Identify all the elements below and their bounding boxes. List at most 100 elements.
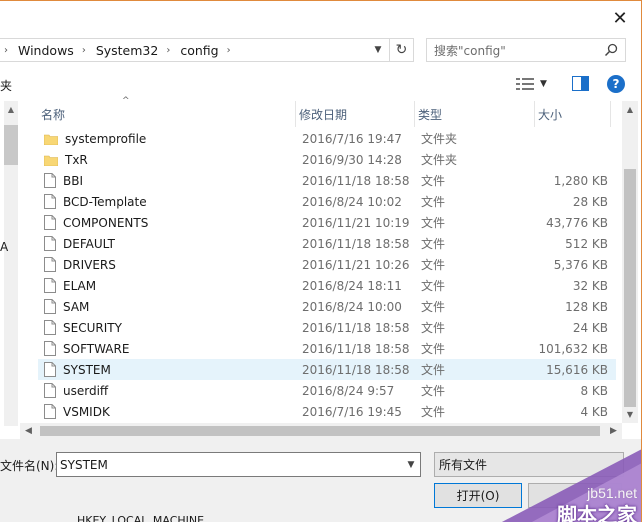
column-header-name[interactable]: 名称 xyxy=(38,101,296,127)
file-name: ELAM xyxy=(63,278,97,293)
file-type: 文件 xyxy=(421,300,446,314)
chevron-down-icon[interactable]: ▼ xyxy=(404,457,418,472)
file-date: 2016/11/18 18:58 xyxy=(302,362,410,377)
refresh-icon[interactable]: ↻ xyxy=(389,39,413,61)
file-name: COMPONENTS xyxy=(63,215,149,230)
file-name-cell: TxR xyxy=(38,153,296,167)
file-date: 2016/9/30 14:28 xyxy=(302,152,402,167)
file-date: 2016/11/18 18:58 xyxy=(302,173,410,188)
column-header-type[interactable]: 类型 xyxy=(415,101,535,127)
file-type: 文件 xyxy=(421,384,446,398)
file-row[interactable]: SAM 2016/8/24 10:00 文件 128 KB xyxy=(38,296,616,317)
file-size: 128 KB xyxy=(565,299,608,314)
filename-value: SYSTEM xyxy=(60,457,108,472)
file-row[interactable]: DRIVERS 2016/11/21 10:26 文件 5,376 KB xyxy=(38,254,616,275)
file-row[interactable]: SYSTEM 2016/11/18 18:58 文件 15,616 KB xyxy=(38,359,616,380)
scroll-left-icon[interactable]: ◀ xyxy=(20,423,37,439)
file-name-cell: SECURITY xyxy=(38,320,296,335)
file-size: 4 KB xyxy=(580,404,608,419)
file-row[interactable]: DEFAULT 2016/11/18 18:58 文件 512 KB xyxy=(38,233,616,254)
file-name-cell: SYSTEM xyxy=(38,362,296,377)
close-icon[interactable]: ✕ xyxy=(609,7,631,29)
chevron-right-icon[interactable]: › xyxy=(162,45,174,56)
file-row[interactable]: TxR 2016/9/30 14:28 文件夹 xyxy=(38,149,616,170)
file-type-value: 所有文件 xyxy=(439,458,488,472)
file-name: SAM xyxy=(63,299,90,314)
file-list-horizontal-scrollbar[interactable]: ◀ ▶ xyxy=(20,423,622,439)
scroll-right-icon[interactable]: ▶ xyxy=(605,423,622,439)
file-name-cell: BCD-Template xyxy=(38,194,296,209)
file-name-cell: COMPONENTS xyxy=(38,215,296,230)
folder-icon xyxy=(44,134,58,145)
file-name-cell: DRIVERS xyxy=(38,257,296,272)
view-options-button[interactable]: ▼ xyxy=(516,76,552,92)
chevron-right-icon: › xyxy=(4,44,8,56)
file-icon xyxy=(44,404,56,419)
nav-scroll-thumb[interactable] xyxy=(4,125,18,165)
breadcrumb-system32[interactable]: System32 xyxy=(90,39,163,61)
scroll-up-icon[interactable]: ▲ xyxy=(4,101,18,118)
file-row[interactable]: SOFTWARE 2016/11/18 18:58 文件 101,632 KB xyxy=(38,338,616,359)
file-icon xyxy=(44,257,56,272)
preview-pane-icon[interactable] xyxy=(572,76,589,91)
file-name-cell: VSMIDK xyxy=(38,404,296,419)
breadcrumb-config[interactable]: config xyxy=(174,39,222,61)
scroll-down-icon[interactable]: ▼ xyxy=(622,406,638,423)
file-name: BBI xyxy=(63,173,84,188)
search-input[interactable]: 搜索"config" xyxy=(426,38,626,62)
chevron-right-icon[interactable]: › xyxy=(78,45,90,56)
file-name: VSMIDK xyxy=(63,404,110,419)
file-date: 2016/8/24 10:00 xyxy=(302,299,402,314)
file-icon xyxy=(44,278,56,293)
chevron-right-icon[interactable]: › xyxy=(223,45,235,56)
file-row[interactable]: BCD-Template 2016/8/24 10:02 文件 28 KB xyxy=(38,191,616,212)
column-header-size[interactable]: 大小 xyxy=(535,101,611,127)
file-list-vertical-scrollbar[interactable]: ▲ ▼ xyxy=(622,101,638,423)
help-icon[interactable]: ? xyxy=(607,75,625,93)
file-type: 文件 xyxy=(421,258,446,272)
file-icon xyxy=(44,362,56,377)
file-size: 512 KB xyxy=(565,236,608,251)
file-name: SOFTWARE xyxy=(63,341,130,356)
file-name-cell: ELAM xyxy=(38,278,296,293)
file-name: SECURITY xyxy=(63,320,122,335)
file-type: 文件 xyxy=(421,342,446,356)
file-name-cell: SOFTWARE xyxy=(38,341,296,356)
scroll-up-icon[interactable]: ▲ xyxy=(622,101,638,118)
file-date: 2016/8/24 18:11 xyxy=(302,278,402,293)
search-icon[interactable] xyxy=(604,43,618,57)
organize-label-clipped[interactable]: 夹 xyxy=(0,77,12,94)
chevron-down-icon[interactable]: ▼ xyxy=(369,39,387,61)
file-name-cell: SAM xyxy=(38,299,296,314)
nav-item-clipped[interactable]: A xyxy=(0,240,8,254)
file-row[interactable]: VSMIDK 2016/7/16 19:45 文件 4 KB xyxy=(38,401,616,422)
file-icon xyxy=(44,236,56,251)
file-row[interactable]: systemprofile 2016/7/16 19:47 文件夹 xyxy=(38,128,616,149)
file-type: 文件 xyxy=(421,237,446,251)
file-icon xyxy=(44,215,56,230)
file-name-cell: systemprofile xyxy=(38,132,296,146)
column-header-date[interactable]: 修改日期 xyxy=(296,101,415,127)
breadcrumb-windows[interactable]: Windows xyxy=(12,39,78,61)
file-row[interactable]: ELAM 2016/8/24 18:11 文件 32 KB xyxy=(38,275,616,296)
file-icon xyxy=(44,383,56,398)
file-date: 2016/11/21 10:26 xyxy=(302,257,410,272)
background-window-text: HKEY_LOCAL_MACHINE xyxy=(77,514,205,522)
address-bar[interactable]: › Windows › System32 › config › ▼ ↻ xyxy=(0,38,414,62)
chevron-down-icon: ▼ xyxy=(540,79,547,89)
filename-input[interactable]: SYSTEM ▼ xyxy=(56,452,421,477)
horizontal-scroll-thumb[interactable] xyxy=(40,426,600,436)
file-size: 43,776 KB xyxy=(546,215,608,230)
file-row[interactable]: userdiff 2016/8/24 9:57 文件 8 KB xyxy=(38,380,616,401)
file-row[interactable]: SECURITY 2016/11/18 18:58 文件 24 KB xyxy=(38,317,616,338)
column-headers: 名称 修改日期 类型 大小 xyxy=(38,101,616,127)
file-row[interactable]: BBI 2016/11/18 18:58 文件 1,280 KB xyxy=(38,170,616,191)
file-size: 28 KB xyxy=(572,194,608,209)
file-type: 文件夹 xyxy=(421,153,458,167)
vertical-scroll-thumb[interactable] xyxy=(624,169,636,407)
file-type: 文件 xyxy=(421,405,446,419)
file-row[interactable]: COMPONENTS 2016/11/21 10:19 文件 43,776 KB xyxy=(38,212,616,233)
file-open-dialog: ✕ › Windows › System32 › config › ▼ ↻ 搜索… xyxy=(0,0,642,522)
file-size: 101,632 KB xyxy=(538,341,608,356)
file-date: 2016/11/18 18:58 xyxy=(302,341,410,356)
